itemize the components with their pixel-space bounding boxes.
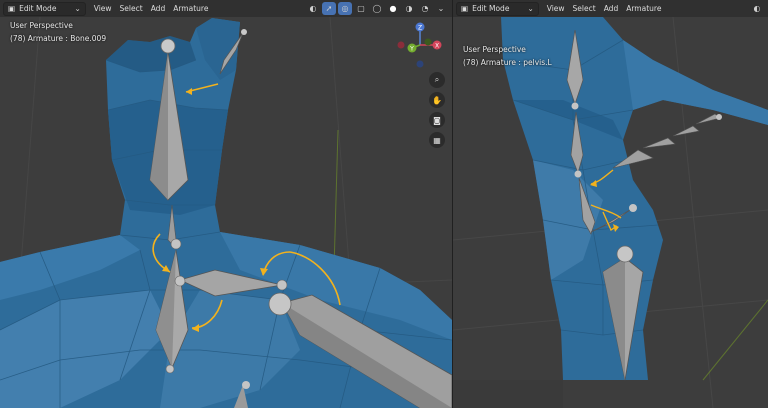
hand-pan-icon[interactable]: ✋ — [429, 92, 445, 108]
mode-label: Edit Mode — [472, 4, 510, 13]
view-object-types-icon[interactable]: ◐ — [750, 2, 764, 15]
right-viewport[interactable]: ▣ Edit Mode ⌄ View Select Add Armature ◐… — [453, 0, 768, 408]
right-viewport-header: ▣ Edit Mode ⌄ View Select Add Armature ◐ — [453, 0, 768, 17]
grid-icon[interactable]: ▦ — [429, 132, 445, 148]
camera-icon[interactable]: ◙ — [429, 112, 445, 128]
edit-mode-icon: ▣ — [461, 4, 469, 13]
gizmo-z-label: Z — [418, 25, 422, 32]
menu-select[interactable]: Select — [569, 0, 600, 17]
gizmo-x-label: X — [435, 43, 439, 50]
mode-selector[interactable]: ▣ Edit Mode ⌄ — [456, 1, 539, 16]
chevron-down-icon: ⌄ — [527, 4, 534, 13]
navigation-gizmo[interactable]: Z X Y — [0, 0, 452, 80]
menu-armature[interactable]: Armature — [622, 0, 665, 17]
zoom-icon[interactable]: ⌕ — [429, 72, 445, 88]
gizmo-neg-y[interactable] — [424, 38, 432, 46]
left-viewport[interactable]: ▣ Edit Mode ⌄ View Select Add Armature ◐… — [0, 0, 452, 408]
gizmo-y-label: Y — [409, 46, 414, 53]
gizmo-neg-z[interactable] — [416, 60, 424, 68]
menu-add[interactable]: Add — [600, 0, 623, 17]
active-object-info: (78) Armature : pelvis.L — [463, 58, 552, 67]
character-mesh — [501, 17, 768, 380]
menu-view[interactable]: View — [543, 0, 569, 17]
gizmo-neg-x[interactable] — [397, 41, 405, 49]
viewport-perspective-label: User Perspective — [463, 45, 526, 54]
